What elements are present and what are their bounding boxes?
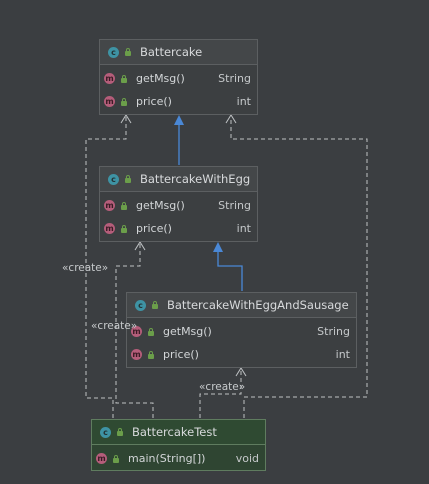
return-type: String xyxy=(317,325,350,338)
class-header: c Battercake xyxy=(100,40,257,65)
dependency-test-to-battercake-right xyxy=(225,114,368,418)
create-label-sausage: «create» xyxy=(199,381,246,393)
class-icon: c xyxy=(100,426,111,438)
create-label-battercake: «create» xyxy=(91,320,138,332)
class-name: Battercake xyxy=(140,45,203,59)
public-icon xyxy=(151,301,159,309)
method-name: getMsg() xyxy=(136,199,185,212)
public-icon xyxy=(116,428,124,436)
return-type: int xyxy=(236,222,251,235)
public-icon xyxy=(120,74,128,83)
class-battercake-test[interactable]: c BattercakeTest m main(String[]) void xyxy=(91,419,266,471)
class-battercake-with-egg[interactable]: c BattercakeWithEgg m getMsg() String m … xyxy=(99,166,258,242)
public-icon xyxy=(124,175,132,183)
public-icon xyxy=(120,97,128,106)
method-name: price() xyxy=(163,348,199,361)
method-row[interactable]: m price() int xyxy=(100,217,257,240)
method-name: getMsg() xyxy=(163,325,212,338)
class-header: c BattercakeTest xyxy=(92,420,265,445)
create-label-egg: «create» xyxy=(62,262,109,274)
dependency-test-to-sausage xyxy=(199,367,247,418)
method-icon: m xyxy=(104,73,115,84)
method-name: price() xyxy=(136,95,172,108)
return-type: int xyxy=(335,348,350,361)
method-row[interactable]: m main(String[]) void xyxy=(92,447,265,470)
class-battercake-with-egg-and-sausage[interactable]: c BattercakeWithEggAndSausage m getMsg()… xyxy=(126,292,357,368)
method-row[interactable]: m price() int xyxy=(127,343,356,366)
class-battercake[interactable]: c Battercake m getMsg() String m price()… xyxy=(99,39,258,115)
public-icon xyxy=(120,224,128,233)
return-type: void xyxy=(235,452,259,465)
method-row[interactable]: m getMsg() String xyxy=(100,194,257,217)
return-type: int xyxy=(236,95,251,108)
class-header: c BattercakeWithEggAndSausage xyxy=(127,293,356,318)
method-row[interactable]: m getMsg() String xyxy=(127,320,356,343)
method-name: main(String[]) xyxy=(128,452,206,465)
method-icon: m xyxy=(104,223,115,234)
public-icon xyxy=(147,350,155,359)
method-row[interactable]: m price() int xyxy=(100,90,257,113)
method-icon: m xyxy=(104,96,115,107)
public-icon xyxy=(124,48,132,56)
public-icon xyxy=(112,454,120,463)
public-icon xyxy=(120,201,128,210)
method-icon: m xyxy=(96,453,107,464)
class-icon: c xyxy=(135,299,146,311)
method-icon: m xyxy=(104,200,115,211)
class-name: BattercakeTest xyxy=(132,425,217,439)
class-name: BattercakeWithEgg xyxy=(140,172,251,186)
method-row[interactable]: m getMsg() String xyxy=(100,67,257,90)
class-icon: c xyxy=(108,46,119,58)
return-type: String xyxy=(218,72,251,85)
public-icon xyxy=(147,327,155,336)
return-type: String xyxy=(218,199,251,212)
method-name: price() xyxy=(136,222,172,235)
class-header: c BattercakeWithEgg xyxy=(100,167,257,192)
method-name: getMsg() xyxy=(136,72,185,85)
class-icon: c xyxy=(108,173,119,185)
class-name: BattercakeWithEggAndSausage xyxy=(167,298,349,312)
inheritance-egg-to-battercake xyxy=(174,115,184,165)
inheritance-sausage-to-egg xyxy=(213,242,243,291)
method-icon: m xyxy=(131,349,142,360)
